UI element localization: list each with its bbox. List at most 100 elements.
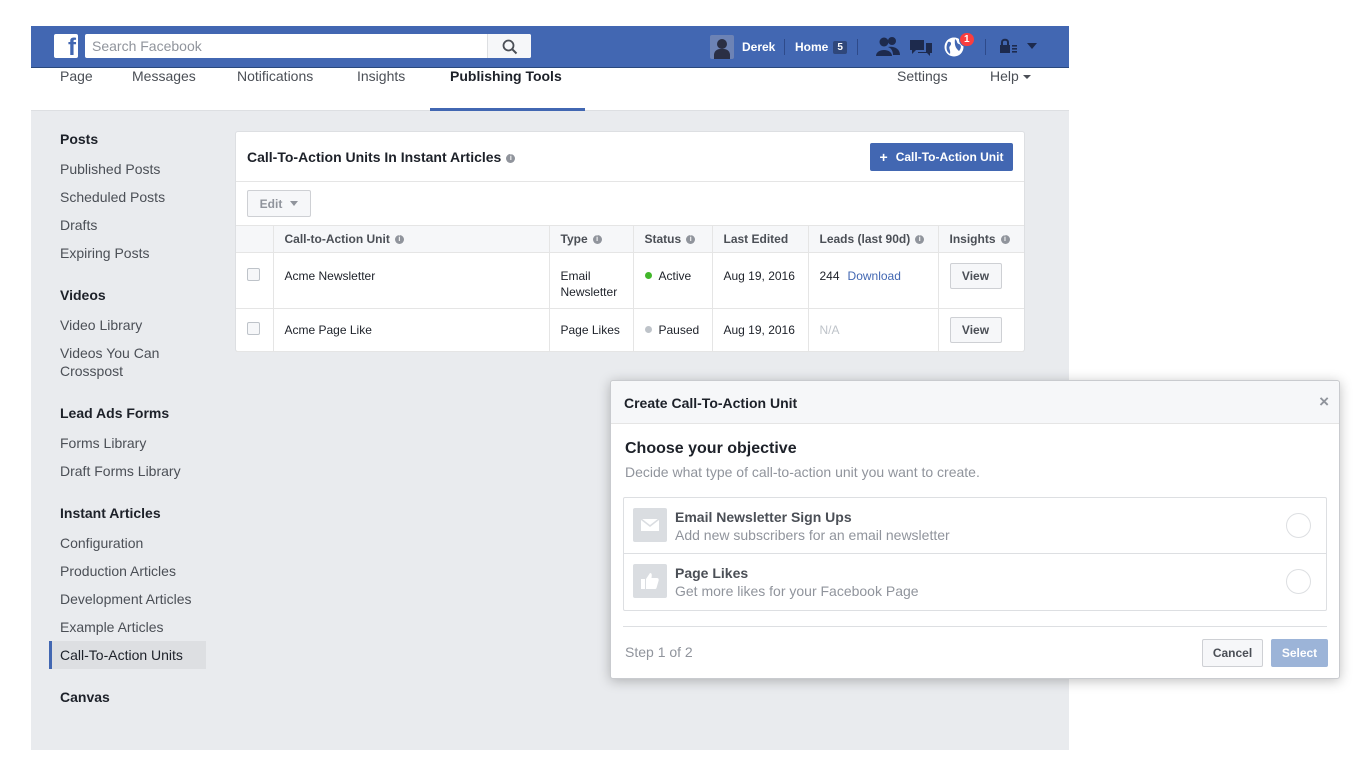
sidebar-item-videos-you-can-crosspost[interactable]: Videos You Can Crosspost <box>60 344 159 380</box>
sidebar-item-label: Videos You Can <box>60 345 160 361</box>
unit-last-edited: Aug 19, 2016 <box>712 308 809 352</box>
home-link[interactable]: Home 5 <box>795 34 847 60</box>
objective-options: Email Newsletter Sign Ups Add new subscr… <box>623 497 1327 611</box>
status-paused-dot-icon <box>644 326 652 334</box>
column-header-label: Type <box>560 232 588 246</box>
sidebar-heading-lead-ads-forms: Lead Ads Forms <box>60 405 170 421</box>
info-icon[interactable]: i <box>915 235 925 245</box>
tab-publishing-tools[interactable]: Publishing Tools <box>450 68 562 111</box>
info-icon[interactable]: i <box>506 153 516 163</box>
column-header-last-edited[interactable]: Last Edited <box>712 225 809 253</box>
option-title: Page Likes <box>675 565 749 581</box>
unit-leads: N/A <box>808 308 939 352</box>
unit-type-line: Email <box>560 269 591 283</box>
privacy-shortcuts-icon[interactable] <box>997 35 1019 59</box>
divider <box>623 626 1327 627</box>
info-icon[interactable]: i <box>592 235 602 245</box>
facebook-logo-icon[interactable]: f <box>54 34 78 58</box>
table-row[interactable]: Acme Page Like Page Likes Paused Aug 19,… <box>236 308 1024 352</box>
unit-last-edited: Aug 19, 2016 <box>712 252 809 309</box>
sidebar-item-development-articles[interactable]: Development Articles <box>60 590 192 608</box>
status-label: Active <box>658 269 692 283</box>
table-header-row: Call-to-Action Unit i Type i Status i Last … <box>236 225 1024 253</box>
objective-option-page-likes[interactable]: Page Likes Get more likes for your Faceb… <box>624 554 1326 610</box>
info-icon[interactable]: i <box>1000 235 1010 245</box>
panel-title: Call-To-Action Units In Instant Articles… <box>247 149 516 165</box>
view-insights-button[interactable]: View <box>949 317 1002 343</box>
edit-label: Edit <box>259 196 283 211</box>
row-checkbox[interactable] <box>247 268 260 281</box>
sidebar-item-production-articles[interactable]: Production Articles <box>60 562 176 580</box>
sidebar-item-scheduled-posts[interactable]: Scheduled Posts <box>60 188 165 206</box>
column-header-leads[interactable]: Leads (last 90d) i <box>808 225 939 253</box>
column-header-status[interactable]: Status i <box>633 225 713 253</box>
search-input[interactable] <box>85 34 487 58</box>
unit-insights: View <box>938 308 1024 352</box>
home-count-badge: 5 <box>833 40 847 54</box>
tab-insights[interactable]: Insights <box>357 68 405 111</box>
column-header-label: Leads (last 90d) <box>819 232 911 246</box>
unit-status: Active <box>633 252 713 309</box>
select-column-header <box>236 225 274 253</box>
tab-notifications[interactable]: Notifications <box>237 68 313 111</box>
column-header-type[interactable]: Type i <box>549 225 634 253</box>
active-tab-indicator <box>430 108 585 111</box>
dialog-header: Create Call-To-Action Unit × <box>611 381 1339 424</box>
sidebar-item-video-library[interactable]: Video Library <box>60 316 142 334</box>
sidebar-item-expiring-posts[interactable]: Expiring Posts <box>60 244 149 262</box>
option-title: Email Newsletter Sign Ups <box>675 509 852 525</box>
thumbs-up-icon <box>633 564 667 598</box>
objective-subheading: Decide what type of call-to-action unit … <box>625 464 980 480</box>
column-header-label: Call-to-Action Unit <box>284 232 390 246</box>
create-cta-unit-dialog: Create Call-To-Action Unit × Choose your… <box>610 380 1340 679</box>
page-nav: Page Messages Notifications Insights Pub… <box>31 68 1069 111</box>
unit-insights: View <box>938 252 1024 309</box>
unit-leads: 244 Download <box>808 252 939 309</box>
option-radio[interactable] <box>1286 513 1311 538</box>
view-insights-button[interactable]: View <box>949 263 1002 289</box>
edit-dropdown-button[interactable]: Edit <box>247 190 311 217</box>
download-leads-link[interactable]: Download <box>848 269 901 283</box>
column-header-unit[interactable]: Call-to-Action Unit i <box>273 225 550 253</box>
sidebar-item-forms-library[interactable]: Forms Library <box>60 434 146 452</box>
search-icon <box>502 39 518 55</box>
select-button[interactable]: Select <box>1271 639 1328 667</box>
profile-name: Derek <box>742 40 776 54</box>
tab-settings[interactable]: Settings <box>897 68 948 111</box>
messages-icon[interactable] <box>908 35 934 59</box>
unit-type: Page Likes <box>549 308 634 352</box>
sidebar-item-published-posts[interactable]: Published Posts <box>60 160 160 178</box>
tab-messages[interactable]: Messages <box>132 68 196 111</box>
add-cta-unit-button[interactable]: + Call-To-Action Unit <box>870 143 1013 171</box>
envelope-icon <box>633 508 667 542</box>
sidebar-item-call-to-action-units[interactable]: Call-To-Action Units <box>60 646 183 664</box>
cancel-button[interactable]: Cancel <box>1202 639 1263 667</box>
search-button[interactable] <box>487 34 531 58</box>
plus-icon: + <box>879 149 888 165</box>
tab-page[interactable]: Page <box>60 68 93 111</box>
friend-requests-icon[interactable] <box>875 35 901 59</box>
leads-count: N/A <box>819 323 840 337</box>
sidebar-heading-canvas[interactable]: Canvas <box>60 689 110 705</box>
info-icon[interactable]: i <box>394 235 404 245</box>
help-menu[interactable]: Help <box>990 68 1031 111</box>
cta-units-table: Call-to-Action Unit i Type i Status i Last … <box>236 225 1024 352</box>
option-radio[interactable] <box>1286 569 1311 594</box>
table-row[interactable]: Acme Newsletter Email Newsletter Active A… <box>236 252 1024 309</box>
account-menu-caret-icon[interactable] <box>1027 43 1037 49</box>
profile-link[interactable]: Derek <box>710 34 775 60</box>
objective-option-email-newsletter[interactable]: Email Newsletter Sign Ups Add new subscr… <box>624 498 1326 554</box>
status-label: Paused <box>658 323 700 337</box>
sidebar-item-example-articles[interactable]: Example Articles <box>60 618 163 636</box>
chevron-down-icon <box>1022 75 1031 80</box>
column-header-insights[interactable]: Insights i <box>938 225 1024 253</box>
notifications-count-badge: 1 <box>959 32 975 47</box>
option-description: Add new subscribers for an email newslet… <box>675 527 950 543</box>
sidebar-active-indicator <box>49 641 52 669</box>
row-checkbox[interactable] <box>247 322 260 335</box>
close-icon[interactable]: × <box>1319 392 1329 412</box>
info-icon[interactable]: i <box>686 235 696 245</box>
sidebar-item-draft-forms-library[interactable]: Draft Forms Library <box>60 462 181 480</box>
sidebar-item-configuration[interactable]: Configuration <box>60 534 143 552</box>
sidebar-item-drafts[interactable]: Drafts <box>60 216 97 234</box>
